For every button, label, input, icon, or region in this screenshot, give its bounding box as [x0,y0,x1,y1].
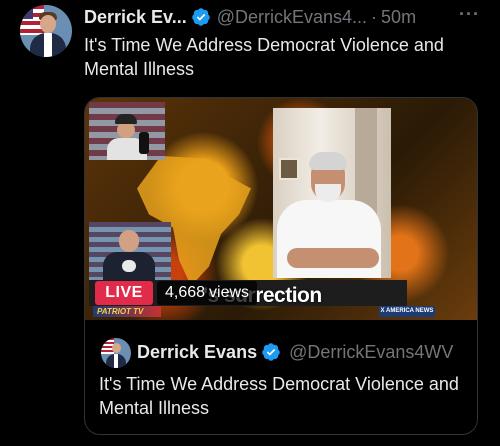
verified-badge-icon [191,8,210,26]
quoted-tweet-text: It's Time We Address Democrat Violence a… [99,374,459,418]
separator-dot: · [371,6,378,27]
quoted-author-name[interactable]: Derrick Evans [137,342,257,363]
view-count-label: views [209,284,250,301]
channel-logo: PATRIOT TV [93,306,161,317]
quoted-tweet-card[interactable]: 's surrection LIVE 4,668 views PATRIOT T… [84,97,478,435]
guest-hair [309,152,347,170]
view-count: 4,668 views [157,281,257,305]
avatar-head [112,343,121,353]
avatar-shirt [44,33,52,57]
network-logo: X AMERICA NEWS [379,306,435,317]
author-handle[interactable]: @DerrickEvans4... [217,7,367,28]
host-cap [115,114,137,124]
more-options-icon[interactable]: ··· [459,4,480,25]
tweet-timestamp[interactable]: 50m [381,7,416,28]
host-camera-1 [89,102,165,160]
wall-picture [279,158,299,180]
quoted-author-avatar[interactable] [101,338,131,368]
quoted-author-handle[interactable]: @DerrickEvans4WV [289,342,453,363]
avatar-head [40,15,56,33]
host2-face [119,230,139,252]
verified-badge-icon [262,343,280,361]
view-count-number: 4,668 [165,284,206,301]
microphone-icon [139,132,149,154]
guest-camera [273,108,391,278]
author-avatar[interactable] [20,5,72,57]
live-badge: LIVE [95,281,153,305]
quoted-tweet-header: Derrick Evans @DerrickEvans4WV [137,341,453,363]
tweet-text: It's Time We Address Democrat Violence a… [84,35,444,79]
guest-arms [287,248,379,268]
video-thumbnail[interactable]: 's surrection LIVE 4,668 views PATRIOT T… [85,98,477,320]
shirt-logo [122,260,136,272]
tweet-header: Derrick Ev... @DerrickEvans4... · 50m [84,6,416,28]
author-name[interactable]: Derrick Ev... [84,7,187,28]
host-camera-2 [89,222,171,280]
avatar-shirt [114,354,118,368]
host-face [117,122,135,138]
